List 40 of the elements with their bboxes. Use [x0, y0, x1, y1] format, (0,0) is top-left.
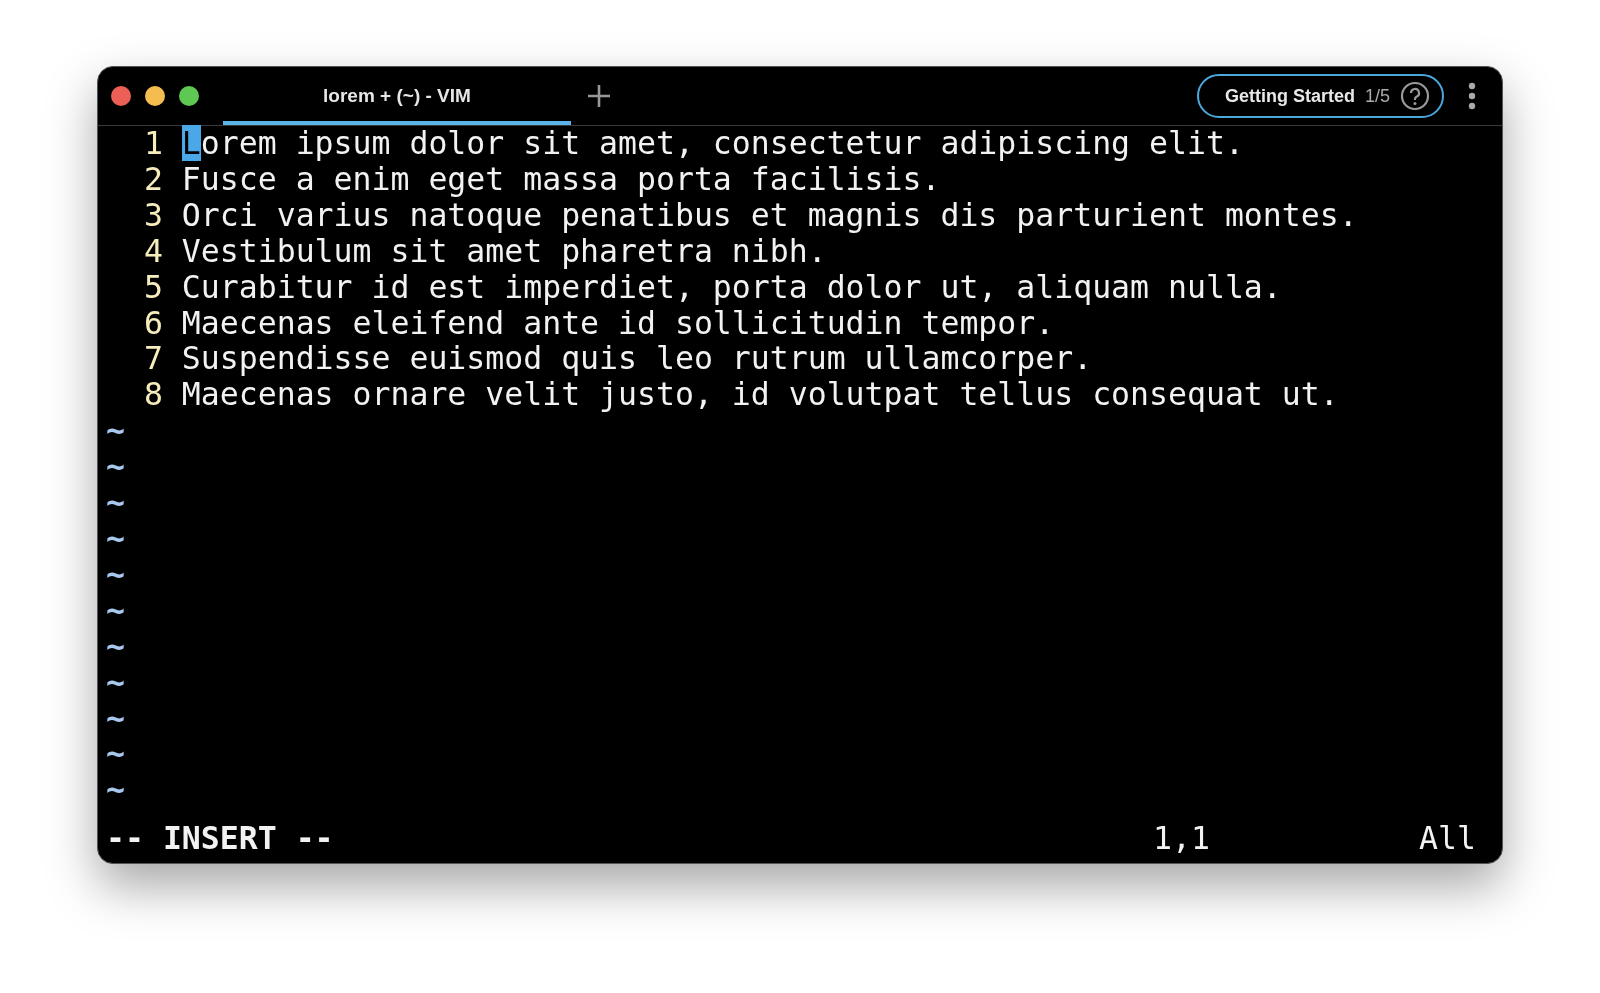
help-icon: [1400, 81, 1430, 111]
empty-line-marker: ~: [106, 736, 125, 773]
close-button[interactable]: [111, 86, 131, 106]
empty-line-marker: ~: [106, 413, 125, 450]
empty-line-marker: ~: [106, 772, 125, 809]
line-number: 4: [142, 233, 163, 270]
empty-line-marker: ~: [106, 664, 125, 701]
code-line: Curabitur id est imperdiet, porta dolor ut, aliquam nulla.: [181, 269, 1282, 306]
mode-indicator: -- INSERT --: [106, 821, 335, 857]
empty-line-marker: ~: [106, 556, 125, 593]
tab[interactable]: lorem + (~) - VIM: [223, 67, 571, 125]
code-line: Suspendisse euismod quis leo rutrum ullamcorper.: [181, 341, 1093, 378]
empty-line-marker: ~: [106, 449, 125, 486]
minimize-button[interactable]: [145, 86, 165, 106]
line-number: 2: [142, 161, 163, 198]
getting-started-button[interactable]: Getting Started 1/5: [1196, 74, 1444, 118]
code-line: Lorem ipsum dolor sit amet, consectetur adipiscing elit.: [181, 126, 1244, 162]
code-line: Maecenas eleifend ante id sollicitudin tempor.: [181, 305, 1055, 342]
step-counter: 1/5: [1364, 85, 1390, 107]
scroll-position: All: [1419, 821, 1476, 857]
more-options-icon[interactable]: [1468, 82, 1476, 110]
zoom-button[interactable]: [179, 86, 199, 106]
line-number: 5: [142, 269, 163, 306]
new-tab-icon[interactable]: [587, 84, 611, 108]
empty-line-marker: ~: [106, 700, 125, 737]
line-number: 1: [142, 126, 163, 162]
code-line: Fusce a enim eget massa porta facilisis.: [181, 161, 941, 198]
empty-line-marker: ~: [106, 485, 125, 521]
empty-line-marker: ~: [106, 520, 125, 557]
code-line: Orci varius natoque penatibus et magnis dis parturient montes.: [181, 197, 1358, 234]
empty-line-marker: ~: [106, 592, 125, 629]
guide-label: Getting Started: [1224, 85, 1355, 107]
line-number: 3: [142, 197, 163, 234]
code-line: Maecenas ornare velit justo, id volutpat tellus consequat ut.: [181, 377, 1339, 414]
empty-line-marker: ~: [106, 628, 125, 665]
line-number: 8: [142, 377, 163, 414]
code-line: Vestibulum sit amet pharetra nibh.: [181, 233, 827, 270]
line-number: 6: [142, 305, 163, 342]
line-number: 7: [142, 341, 163, 378]
cursor-position: 1,1: [1153, 821, 1211, 857]
